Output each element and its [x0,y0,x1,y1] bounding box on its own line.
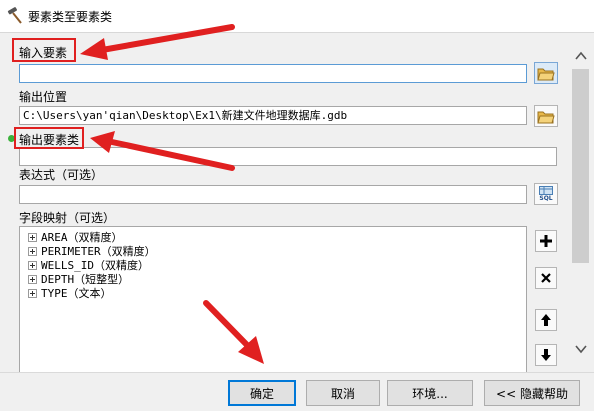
title-bar: 要素类至要素类 [0,0,594,32]
expression-label: 表达式（可选） [19,168,104,182]
dialog-footer: 确定 取消 环境... << 隐藏帮助 [0,372,594,411]
tree-item[interactable]: PERIMETER（双精度） [28,244,156,258]
field-map-label: 字段映射（可选） [19,211,116,225]
tree-item[interactable]: WELLS_ID（双精度） [28,258,149,272]
scroll-up-icon[interactable] [575,51,587,61]
browse-output-button[interactable] [534,105,558,127]
browse-input-button[interactable] [534,62,558,84]
environments-button[interactable]: 环境... [387,380,473,406]
tree-item[interactable]: DEPTH（短整型） [28,272,129,286]
scrollbar-thumb[interactable] [572,69,589,263]
window-title: 要素类至要素类 [28,10,113,24]
parameters-area: 输入要素 输出位置 C:\Users\yan'qian\Desktop\Ex1\… [0,33,568,373]
output-location-field[interactable]: C:\Users\yan'qian\Desktop\Ex1\新建文件地理数据库.… [19,106,527,125]
input-features-label: 输入要素 [19,46,68,60]
output-location-label: 输出位置 [19,90,68,104]
tree-item[interactable]: TYPE（文本） [28,286,112,300]
add-icon [540,235,552,247]
field-map-tree[interactable]: AREA（双精度） PERIMETER（双精度） WELLS_ID（双精度） D… [19,226,527,373]
expand-plus-icon[interactable] [28,246,37,256]
input-features-field[interactable] [19,64,527,83]
remove-icon [541,273,551,283]
move-up-button[interactable] [535,309,557,331]
output-feature-class-field[interactable] [19,147,557,166]
add-field-button[interactable] [535,230,557,252]
required-parameter-dot [8,135,15,142]
remove-field-button[interactable] [535,267,557,289]
expression-field[interactable] [19,185,527,204]
expand-plus-icon[interactable] [28,232,37,242]
cancel-button[interactable]: 取消 [306,380,380,406]
sql-label: SQL [539,195,553,202]
sql-table-icon [539,186,553,195]
expand-plus-icon[interactable] [28,288,37,298]
output-feature-class-label: 输出要素类 [19,133,80,147]
expand-plus-icon[interactable] [28,260,37,270]
tree-item[interactable]: AREA（双精度） [28,230,123,244]
vertical-scrollbar[interactable] [568,33,594,373]
scroll-down-icon[interactable] [575,344,587,354]
move-up-icon [541,314,551,326]
sql-builder-button[interactable]: SQL [534,183,558,205]
expand-plus-icon[interactable] [28,274,37,284]
open-folder-icon [537,68,555,80]
hide-help-button[interactable]: << 隐藏帮助 [484,380,580,406]
ok-button[interactable]: 确定 [228,380,296,406]
move-down-button[interactable] [535,344,557,366]
hammer-tool-icon [7,7,22,24]
move-down-icon [541,349,551,361]
open-folder-icon [537,111,555,123]
tree-item-label: TYPE（文本） [41,287,112,300]
tool-dialog-panel: 输入要素 输出位置 C:\Users\yan'qian\Desktop\Ex1\… [0,32,594,373]
